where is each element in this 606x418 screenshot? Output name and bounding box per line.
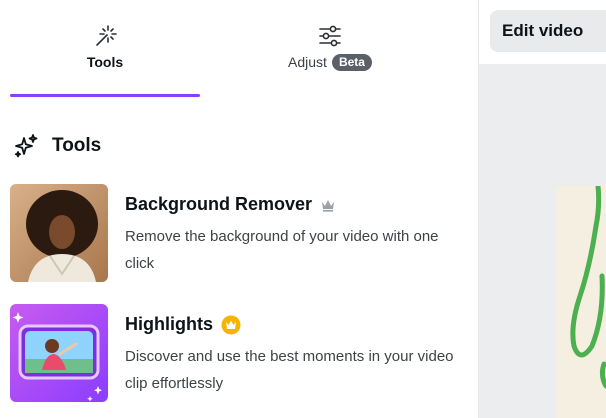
active-tab-indicator — [10, 94, 200, 97]
crown-icon — [322, 199, 335, 212]
canvas-drawing — [570, 186, 606, 389]
edit-video-button[interactable]: Edit video — [490, 10, 606, 52]
background-remover-title: Background Remover — [125, 194, 313, 214]
tool-name: Highlights — [125, 314, 241, 335]
tab-tools-label: Tools — [86, 54, 124, 70]
tab-adjust[interactable]: Adjust Beta — [235, 14, 425, 72]
background-remover-description: Remove the background of your video with… — [125, 228, 439, 272]
beta-badge: Beta — [331, 54, 372, 71]
background-remover-thumbnail — [10, 184, 108, 282]
highlights-title: Highlights — [125, 314, 213, 334]
section-heading: Tools — [12, 132, 101, 160]
tool-highlights[interactable]: Highlights Discover and use the best mom… — [10, 304, 470, 404]
section-title: Tools — [52, 135, 102, 156]
sparkles-icon — [14, 134, 38, 158]
highlights-thumbnail — [10, 304, 108, 402]
tool-name: Background Remover — [125, 194, 336, 215]
gold-crown-icon — [221, 315, 241, 334]
tool-background-remover[interactable]: Background Remover Remove the background… — [10, 184, 470, 284]
magic-wand-icon — [96, 25, 117, 46]
tab-adjust-label: Adjust — [288, 54, 327, 70]
highlights-description: Discover and use the best moments in you… — [125, 348, 454, 392]
tools-panel: Tools Adjust Beta Tools Background Remov… — [0, 0, 478, 418]
design-canvas-page[interactable] — [556, 186, 606, 418]
tab-tools[interactable]: Tools — [10, 14, 200, 72]
sliders-icon — [319, 25, 341, 47]
